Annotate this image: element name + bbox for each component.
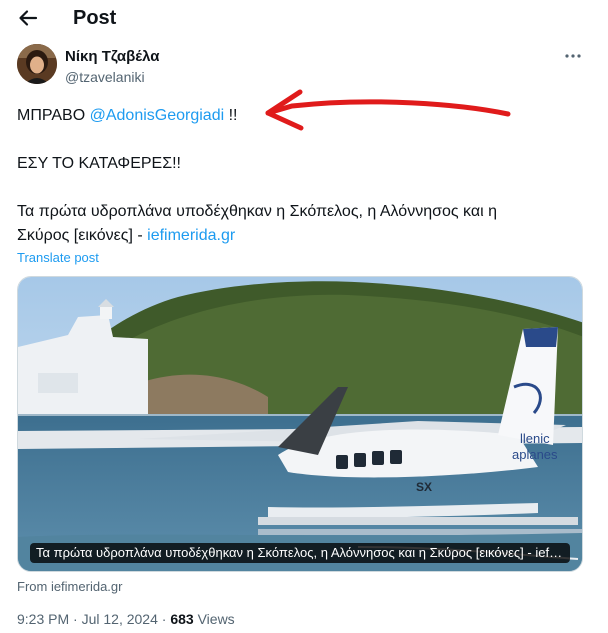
tail-text-1: llenic [520, 431, 550, 446]
tweet-line-3: Τα πρώτα υδροπλάνα υποδέχθηκαν η Σκόπελο… [17, 203, 497, 220]
tweet-text: ΜΠΡΑΒΟ @AdonisGeorgiadi !! ΕΣΥ ΤΟ ΚΑΤΑΦΕ… [17, 104, 577, 248]
views-count: 683 [170, 611, 194, 627]
card-image: llenic aplanes SX [18, 277, 582, 571]
views-label: Views [193, 611, 235, 627]
tweet-blank-line [17, 128, 577, 152]
article-link[interactable]: iefimerida.gr [147, 227, 235, 244]
meta-separator: · [69, 611, 82, 627]
card-source[interactable]: From iefimerida.gr [17, 579, 122, 594]
tweet-line-4: Σκύρος [εικόνες] - iefimerida.gr [17, 224, 577, 248]
tweet-line-4-text: Σκύρος [εικόνες] - [17, 227, 148, 244]
more-options-button[interactable] [560, 46, 586, 66]
author-display-name[interactable]: Νίκη Τζαβέλα [65, 48, 159, 65]
tweet-blank-line [17, 176, 577, 200]
link-card[interactable]: llenic aplanes SX Τα πρώτα υδροπλάνα υπο… [17, 276, 583, 572]
avatar-image [17, 44, 57, 84]
post-date[interactable]: Jul 12, 2024 [82, 611, 158, 627]
tweet-line-2: ΕΣΥ ΤΟ ΚΑΤΑΦΕΡΕΣ!! [17, 155, 181, 172]
more-dots-icon [565, 54, 581, 58]
avatar[interactable] [17, 44, 57, 84]
meta-separator: · [157, 611, 171, 627]
translate-post-link[interactable]: Translate post [17, 250, 99, 265]
post-time[interactable]: 9:23 PM [17, 611, 69, 627]
card-caption: Τα πρώτα υδροπλάνα υποδέχθηκαν η Σκόπελο… [30, 543, 570, 563]
tail-text-2: aplanes [512, 447, 558, 462]
back-button[interactable] [12, 4, 44, 32]
mention-link[interactable]: @AdonisGeorgiadi [90, 107, 225, 124]
fuselage-text: SX [416, 480, 432, 494]
page-title: Post [73, 7, 117, 29]
arrow-left-icon [19, 10, 38, 26]
tweet-line-1: ΜΠΡΑΒΟ @AdonisGeorgiadi !! [17, 104, 577, 128]
tweet-text-prefix: ΜΠΡΑΒΟ [17, 107, 90, 124]
post-meta: 9:23 PM · Jul 12, 2024 · 683 Views [17, 611, 235, 627]
post-header: Post [0, 0, 608, 40]
tweet-text-suffix: !! [224, 107, 238, 124]
author-handle[interactable]: @tzavelaniki [65, 69, 145, 85]
